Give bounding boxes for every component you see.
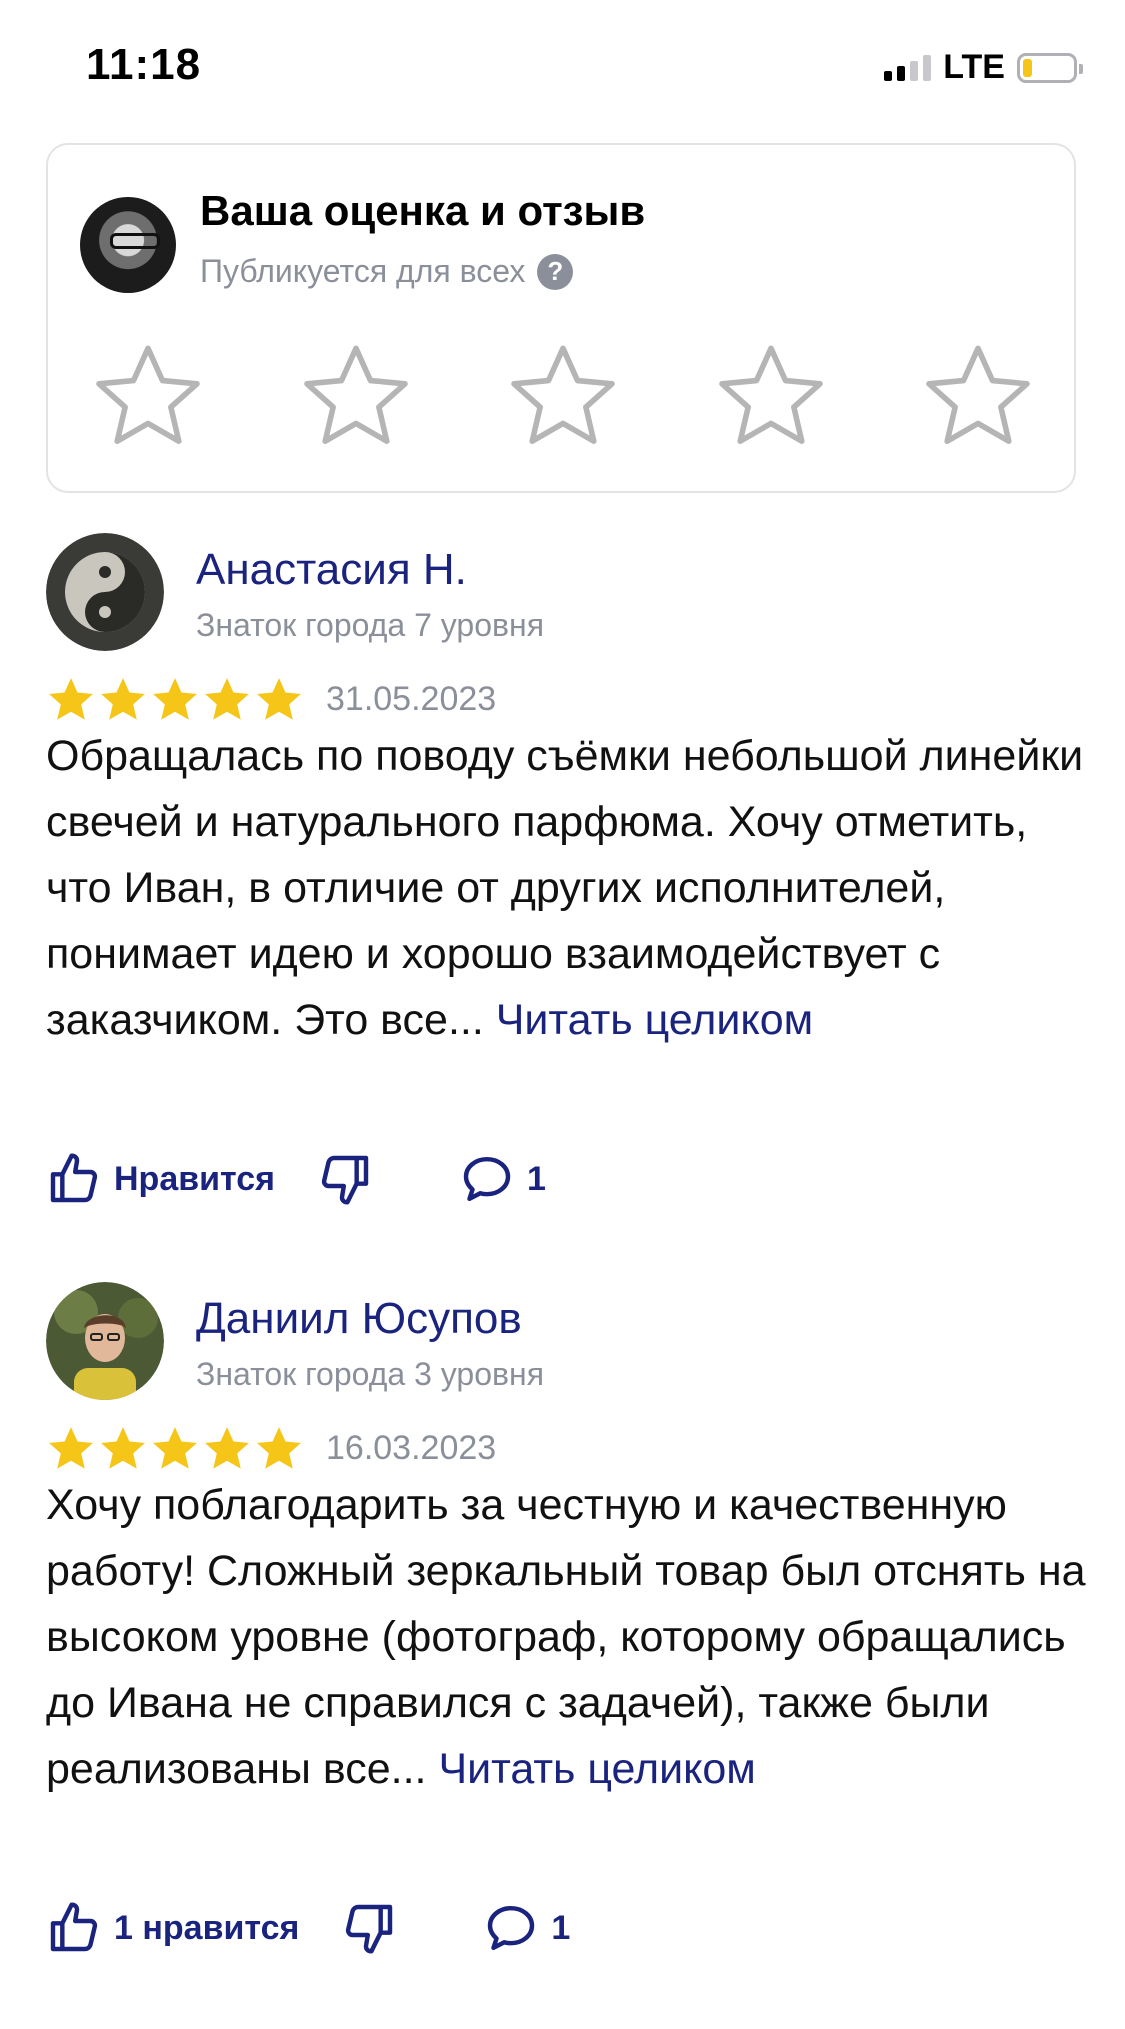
status-indicators: LTE [884, 48, 1083, 87]
star-outline-icon [926, 345, 1030, 444]
reviewer-avatar[interactable] [46, 1282, 164, 1400]
star-filled-icon [153, 678, 197, 720]
star-rating-input [88, 335, 1038, 455]
status-time: 11:18 [86, 40, 202, 89]
reviewer-name[interactable]: Даниил Юсупов [196, 1294, 522, 1344]
signal-icon [884, 54, 932, 81]
star-outline-icon [303, 345, 408, 444]
review-text: Обращалась по поводу съёмки небольшой ли… [46, 723, 1086, 1053]
review-actions: Нравится 1 [46, 1151, 546, 1207]
help-icon[interactable]: ? [537, 253, 574, 290]
rate-card-subtitle: Публикуется для всех ? [200, 253, 574, 290]
dislike-button[interactable] [317, 1151, 373, 1207]
rate-star-5[interactable] [918, 335, 1038, 455]
review-date: 16.03.2023 [326, 1428, 497, 1467]
star-filled-icon [257, 678, 301, 720]
rating-stars [46, 675, 304, 723]
star-filled-icon [49, 1427, 93, 1469]
star-outline-icon [96, 345, 200, 444]
star-outline-icon [718, 345, 823, 444]
review-card: Анастасия Н. Знаток города 7 уровня 31.0… [46, 533, 1086, 1233]
comments-button[interactable]: 1 [483, 1900, 570, 1956]
thumbs-up-icon [50, 1153, 98, 1203]
rating-stars [46, 1424, 304, 1472]
status-bar: 11:18 LTE [0, 0, 1125, 130]
star-filled-icon [205, 678, 249, 720]
star-filled-icon [101, 1427, 145, 1469]
reviewer-level: Знаток города 7 уровня [196, 607, 545, 643]
rate-star-4[interactable] [711, 335, 831, 455]
star-filled-icon [153, 1427, 197, 1469]
review-rating: 31.05.2023 [46, 675, 496, 723]
like-label: 1 нравится [114, 1908, 300, 1947]
read-more-link[interactable]: Читать целиком [438, 1745, 755, 1793]
star-filled-icon [49, 678, 93, 720]
star-outline-icon [511, 345, 615, 444]
comments-count: 1 [527, 1159, 546, 1198]
star-filled-icon [205, 1427, 249, 1469]
star-filled-icon [101, 678, 145, 720]
like-label: Нравится [114, 1159, 275, 1198]
read-more-link[interactable]: Читать целиком [496, 996, 813, 1044]
comment-icon [463, 1156, 511, 1202]
reviewer-name[interactable]: Анастасия Н. [196, 545, 467, 595]
network-type: LTE [943, 48, 1005, 86]
user-avatar [80, 197, 176, 293]
battery-icon [1017, 52, 1083, 83]
thumbs-up-icon [50, 1902, 98, 1952]
like-button[interactable]: Нравится [46, 1151, 275, 1207]
rate-star-3[interactable] [503, 335, 623, 455]
like-button[interactable]: 1 нравится [46, 1900, 299, 1956]
review-rating: 16.03.2023 [46, 1424, 496, 1472]
review-actions: 1 нравится 1 [46, 1900, 570, 1956]
rate-and-review-card: Ваша оценка и отзыв Публикуется для всех… [46, 143, 1076, 493]
review-text: Хочу поблагодарить за честную и качестве… [46, 1472, 1086, 1802]
reviewer-avatar[interactable] [46, 533, 164, 651]
thumbs-down-icon [321, 1155, 369, 1205]
rate-star-1[interactable] [88, 335, 208, 455]
comments-button[interactable]: 1 [459, 1151, 546, 1207]
rate-star-2[interactable] [296, 335, 416, 455]
star-filled-icon [257, 1427, 301, 1469]
publish-note: Публикуется для всех [200, 253, 526, 289]
thumbs-down-icon [346, 1904, 393, 1954]
reviewer-level: Знаток города 3 уровня [196, 1356, 545, 1392]
comment-icon [488, 1905, 535, 1951]
rate-card-title: Ваша оценка и отзыв [200, 187, 646, 234]
dislike-button[interactable] [341, 1900, 397, 1956]
comments-count: 1 [551, 1908, 571, 1947]
review-card: Даниил Юсупов Знаток города 3 уровня 16.… [46, 1282, 1086, 2002]
review-date: 31.05.2023 [326, 679, 497, 718]
